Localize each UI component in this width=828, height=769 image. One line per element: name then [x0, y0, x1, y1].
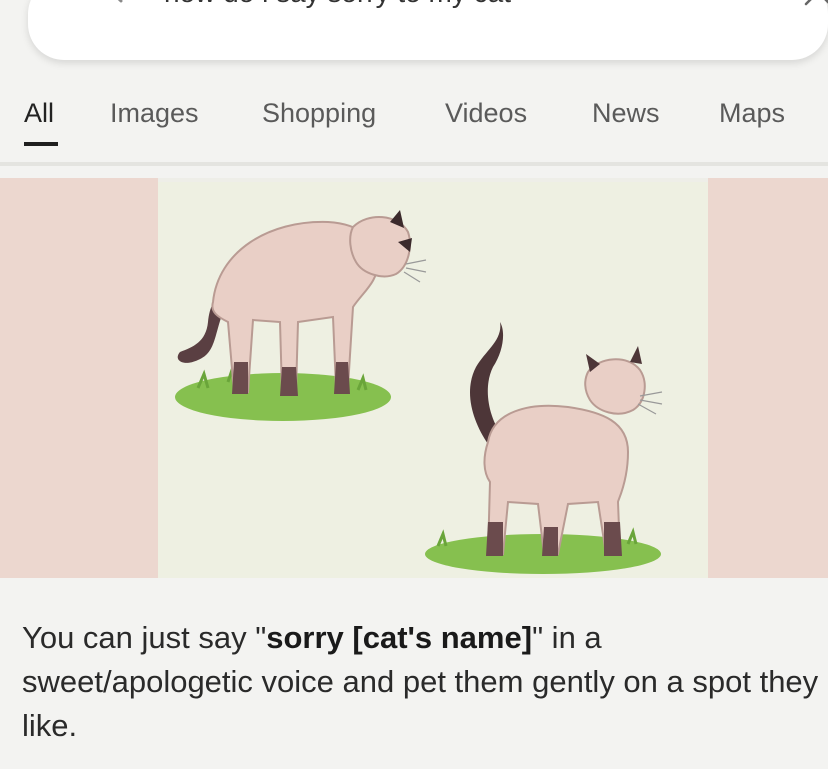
featured-image[interactable]	[158, 182, 708, 578]
featured-answer-text: You can just say "sorry [cat's name]" in…	[22, 616, 822, 748]
tab-images[interactable]: Images	[110, 96, 199, 130]
tab-shopping[interactable]: Shopping	[262, 96, 376, 130]
search-input[interactable]: how do i say sorry to my cat	[164, 0, 511, 8]
cat-illustration	[175, 210, 663, 574]
adjacent-image-left[interactable]	[0, 178, 158, 578]
tab-news[interactable]: News	[592, 96, 660, 130]
search-icon[interactable]	[88, 0, 128, 4]
tab-maps[interactable]: Maps	[719, 96, 785, 130]
search-tabs: All Images Shopping Videos News Maps	[0, 96, 828, 148]
divider	[0, 162, 828, 166]
answer-prefix: You can just say "	[22, 620, 267, 655]
tab-all[interactable]: All	[24, 96, 54, 130]
search-bar[interactable]: how do i say sorry to my cat	[28, 0, 828, 60]
image-carousel	[0, 178, 828, 578]
close-icon[interactable]	[800, 0, 828, 8]
answer-bold-phrase: sorry [cat's name]	[266, 620, 533, 655]
active-tab-indicator	[24, 142, 58, 146]
adjacent-image-right[interactable]	[708, 178, 828, 578]
tab-videos[interactable]: Videos	[445, 96, 527, 130]
